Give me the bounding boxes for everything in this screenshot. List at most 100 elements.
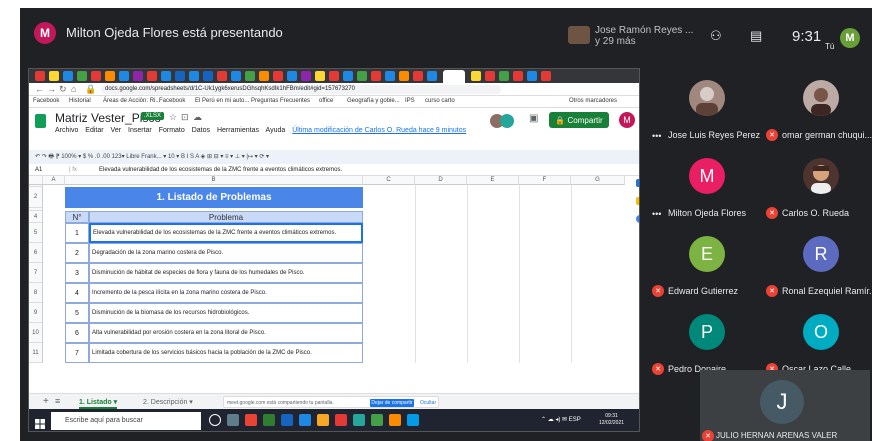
url-field[interactable]: docs.google.com/spreadsheets/d/1C-Uk1ygk… [101, 85, 501, 94]
table-row-problem[interactable]: Disminución de la biomasa de los recurso… [89, 303, 363, 323]
column-header[interactable]: D [415, 176, 467, 185]
row-header[interactable]: 10 [29, 323, 43, 343]
home-icon[interactable]: ⌂ [71, 83, 76, 96]
tab-favicon[interactable] [357, 71, 367, 81]
row-header[interactable]: 7 [29, 263, 43, 283]
bookmark[interactable]: Otros marcadores [569, 98, 617, 104]
calendar-icon[interactable] [636, 179, 639, 187]
tab-favicon[interactable] [499, 71, 509, 81]
tab-favicon[interactable] [189, 71, 199, 81]
tab-favicon[interactable] [119, 71, 129, 81]
tab-favicon[interactable] [35, 71, 45, 81]
table-title[interactable]: 1. Listado de Problemas [65, 187, 363, 208]
participant-tile[interactable]: J ✕ JULIO HERNAN ARENAS VALER [700, 370, 870, 441]
keep-icon[interactable] [636, 197, 639, 205]
row-header[interactable]: 4 [29, 211, 43, 223]
taskbar-clock[interactable]: 09:31 12/02/2021 [599, 413, 624, 427]
tab-favicon[interactable] [413, 71, 423, 81]
chat-icon[interactable]: ▤ [750, 28, 762, 44]
tab-favicon[interactable] [343, 71, 353, 81]
app-icon[interactable] [389, 414, 401, 426]
tab-favicon[interactable] [147, 71, 157, 81]
participant-tile[interactable]: P ✕ Pedro Donaire [648, 302, 766, 380]
header-number[interactable]: N° [65, 211, 89, 223]
participant-tile[interactable]: ✕ omar german chuqui... [762, 68, 872, 146]
people-icon[interactable]: ⚇ [710, 28, 722, 44]
stop-sharing-button[interactable]: Dejar de compartir [370, 399, 414, 407]
app-icon[interactable] [407, 414, 419, 426]
table-row-problem[interactable]: Incremento de la pesca ilícita en la zon… [89, 283, 363, 303]
tab-favicon[interactable] [63, 71, 73, 81]
tab-favicon[interactable] [301, 71, 311, 81]
word-icon[interactable] [281, 414, 293, 426]
column-header[interactable]: C [363, 176, 415, 185]
host-video-thumbnail[interactable] [568, 26, 590, 44]
participant-tile[interactable]: M ••• Milton Ojeda Flores [648, 146, 766, 224]
tab-favicon[interactable] [527, 71, 537, 81]
more-options-icon[interactable]: ••• [652, 209, 661, 219]
tab-favicon[interactable] [77, 71, 87, 81]
sheets-toolbar[interactable]: ↶ ↷ 🖶 ⁋ 100% ▾ $ % .0 .00 123▾ Libre Fra… [29, 150, 639, 164]
windows-start-icon[interactable] [35, 416, 45, 429]
app-icon[interactable] [353, 414, 365, 426]
system-tray[interactable]: ⌃ ☁ ◂) ✉ ESP [541, 416, 581, 423]
account-avatar[interactable]: M [619, 112, 635, 128]
back-icon[interactable]: ← [35, 83, 44, 96]
tab-favicon[interactable] [315, 71, 325, 81]
tab-favicon[interactable] [287, 71, 297, 81]
edge-icon[interactable] [299, 414, 311, 426]
participant-tile[interactable]: E ✕ Edward Gutierrez [648, 224, 766, 302]
tab-favicon[interactable] [91, 71, 101, 81]
table-row-problem[interactable]: Degradación de la zona marino costera de… [89, 243, 363, 263]
tab-favicon[interactable] [161, 71, 171, 81]
tab-favicon[interactable] [513, 71, 523, 81]
table-row-number[interactable]: 5 [65, 303, 89, 323]
tab-favicon[interactable] [203, 71, 213, 81]
row-header[interactable]: 11 [29, 343, 43, 363]
column-header[interactable]: B [65, 176, 363, 185]
star-icon[interactable]: ☆ [169, 112, 177, 123]
excel-icon[interactable] [263, 414, 275, 426]
tab-favicon[interactable] [245, 71, 255, 81]
row-header[interactable]: 9 [29, 303, 43, 323]
table-row-problem[interactable]: Elevada vulnerabilidad de los ecosistema… [89, 223, 363, 243]
tasks-icon[interactable] [636, 215, 639, 223]
bookmark[interactable]: IPS [405, 98, 415, 104]
bookmark[interactable]: Facebook [33, 98, 59, 104]
move-icon[interactable]: ⊡ [181, 112, 189, 123]
tab-favicon[interactable] [105, 71, 115, 81]
tab-favicon[interactable] [217, 71, 227, 81]
row-header[interactable]: 2 [29, 187, 43, 208]
table-row-number[interactable]: 7 [65, 343, 89, 363]
table-row-number[interactable]: 2 [65, 243, 89, 263]
add-sheet-icon[interactable]: + [43, 396, 49, 407]
bookmark[interactable]: curso carto [425, 98, 455, 104]
tab-favicon[interactable] [485, 71, 495, 81]
bookmark[interactable]: Historial [69, 98, 91, 104]
chrome-green-icon[interactable] [371, 414, 383, 426]
bookmark[interactable]: office [319, 98, 333, 104]
sheet-tab-descripcion[interactable]: 2. Descripción ▾ [143, 398, 193, 406]
tab-favicon[interactable] [49, 71, 59, 81]
participant-tile[interactable]: O ✕ Oscar Lazo Calle [762, 302, 872, 380]
header-problem[interactable]: Problema [89, 211, 363, 223]
row-header[interactable]: 6 [29, 243, 43, 263]
table-row-problem[interactable]: Disminución de hábitat de especies de fl… [89, 263, 363, 283]
tab-favicon[interactable] [541, 71, 551, 81]
bookmark[interactable]: Facebook [159, 98, 185, 104]
more-options-icon[interactable]: ••• [652, 131, 661, 141]
menu-formato[interactable]: Formato [159, 127, 185, 134]
hide-button[interactable]: Ocultar [420, 399, 436, 407]
collaborator-avatar[interactable] [500, 114, 514, 128]
table-row-number[interactable]: 3 [65, 263, 89, 283]
share-button[interactable]: 🔒 Compartir [549, 112, 609, 128]
column-header[interactable]: A [43, 176, 65, 185]
bookmark[interactable]: Geografía y gobie... [347, 98, 400, 104]
participant-tile[interactable]: ••• Jose Luis Reyes Perez [648, 68, 766, 146]
cortana-icon[interactable] [209, 414, 221, 426]
column-header[interactable]: E [467, 176, 519, 185]
tab-favicon[interactable] [259, 71, 269, 81]
row-header[interactable]: 5 [29, 223, 43, 243]
tab-favicon[interactable] [329, 71, 339, 81]
forward-icon[interactable]: → [47, 83, 56, 96]
